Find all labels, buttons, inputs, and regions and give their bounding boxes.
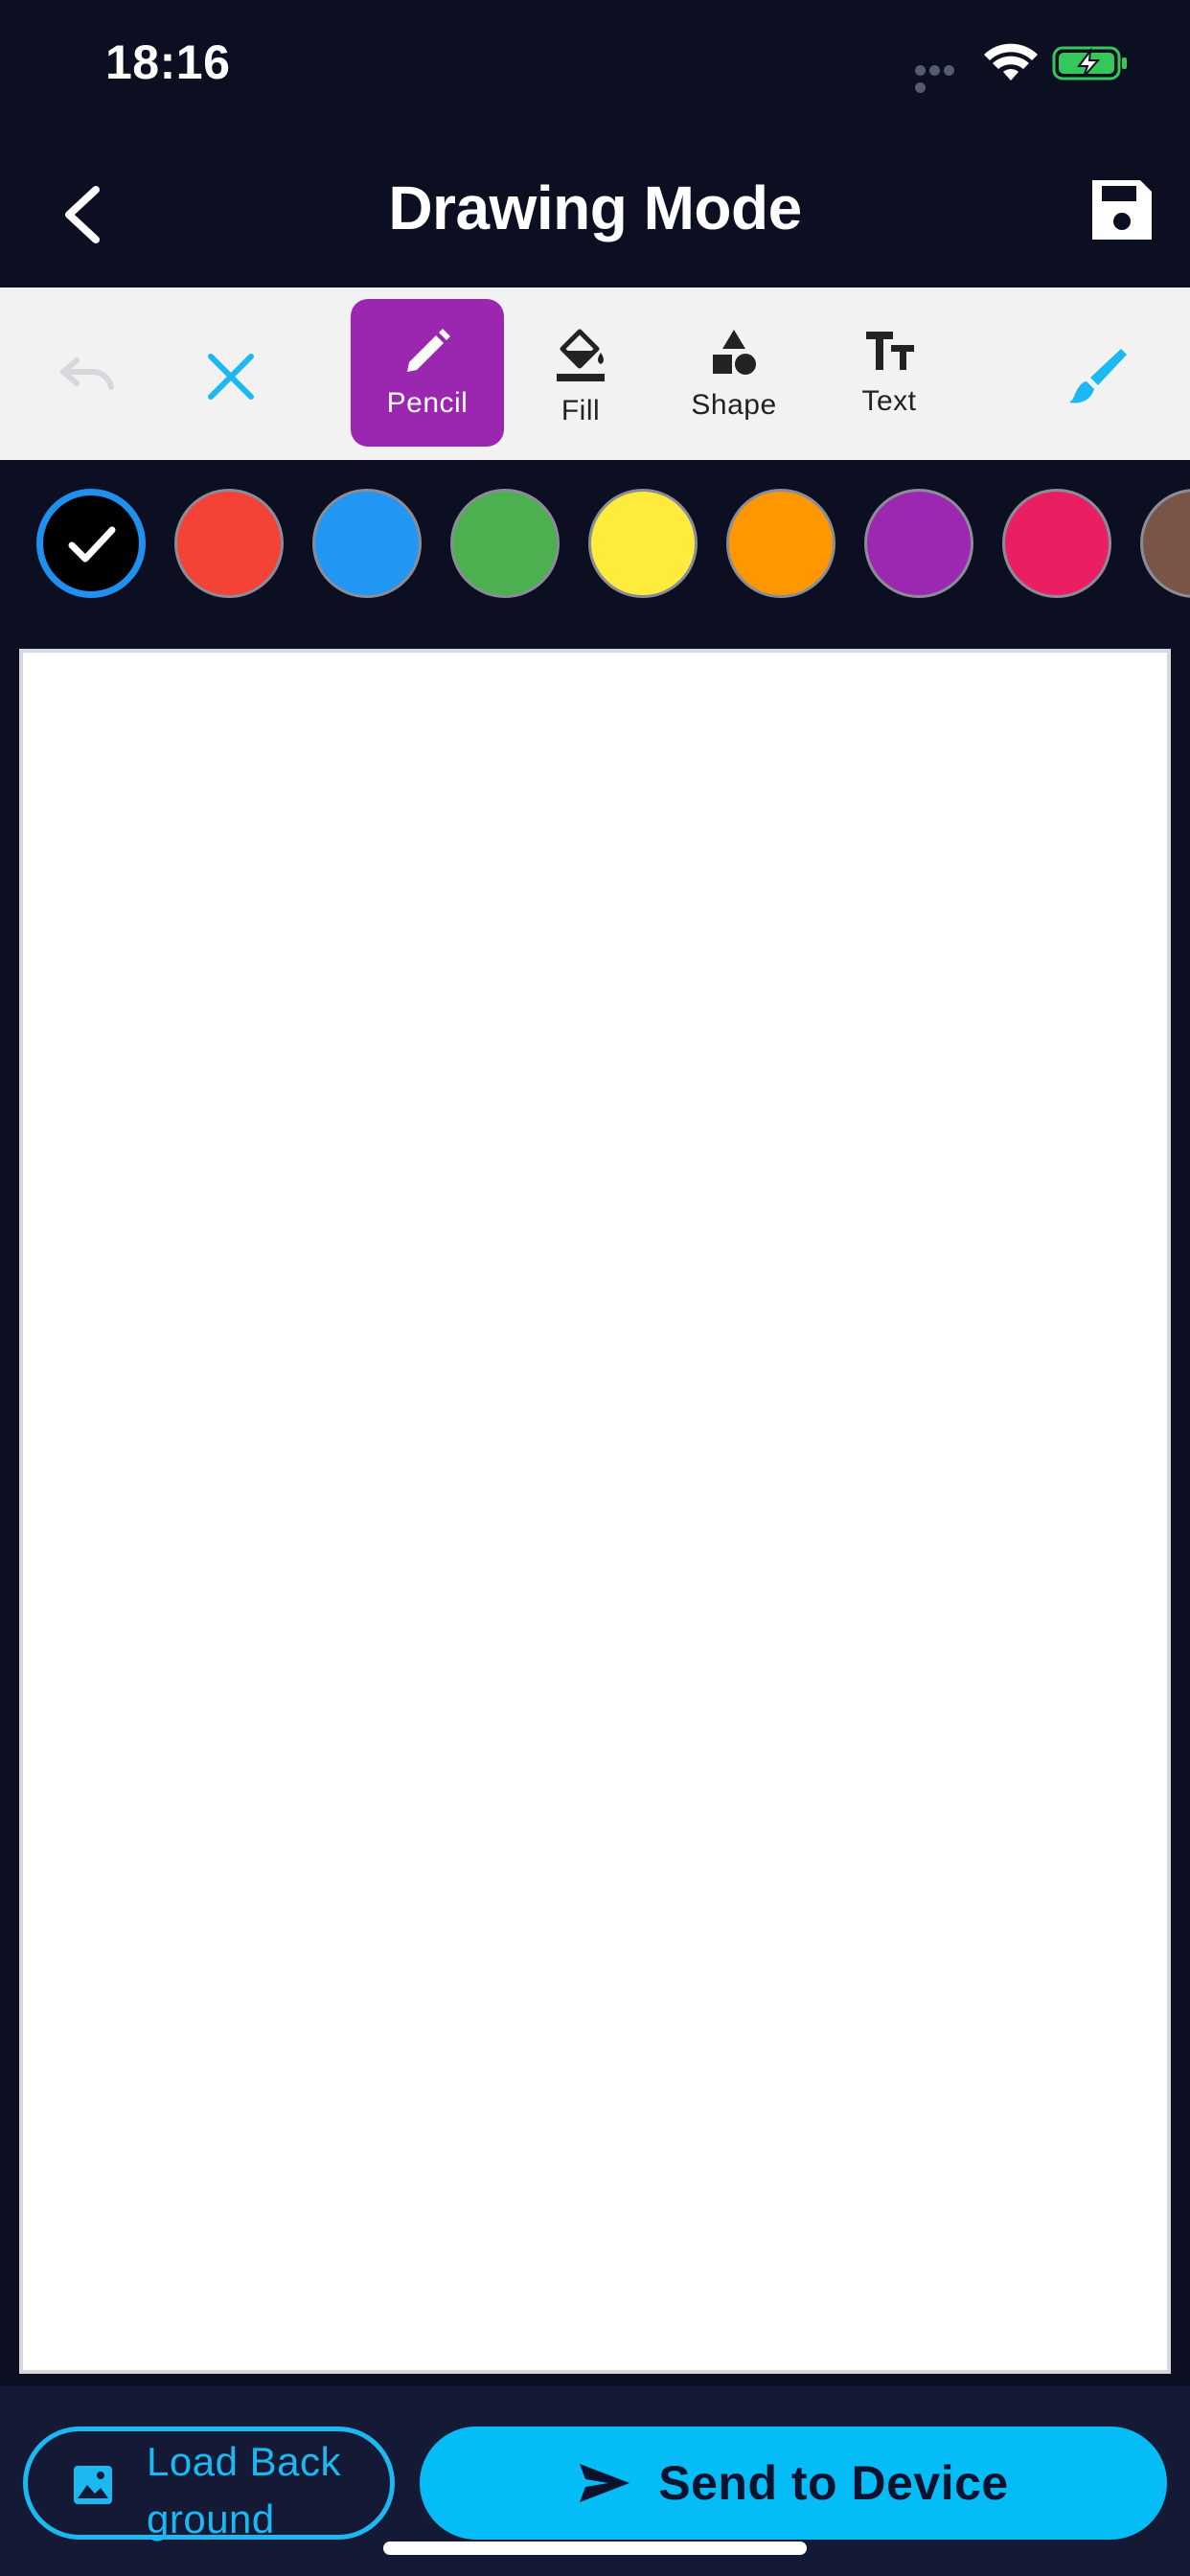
color-palette — [0, 460, 1190, 632]
wifi-icon — [984, 43, 1038, 80]
color-swatch[interactable] — [174, 489, 284, 598]
color-swatch[interactable] — [726, 489, 835, 598]
drawing-toolbar: Pencil Fill Shape Text — [0, 288, 1190, 460]
signal-dots-icon — [915, 63, 971, 93]
checkmark-icon — [68, 526, 116, 563]
brush-button[interactable] — [1064, 343, 1131, 410]
color-swatch[interactable] — [312, 489, 422, 598]
clear-button[interactable] — [201, 347, 261, 406]
shapes-icon — [713, 330, 756, 375]
text-size-icon — [866, 332, 914, 370]
color-swatch[interactable] — [588, 489, 698, 598]
load-background-label: Load Background — [147, 2439, 341, 2542]
tool-label: Fill — [561, 395, 601, 426]
send-to-device-button[interactable]: Send to Device — [420, 2426, 1167, 2540]
image-icon — [74, 2466, 112, 2504]
save-button[interactable] — [1088, 176, 1156, 243]
header: Drawing Mode — [0, 134, 1190, 288]
load-background-button[interactable]: Load Background — [23, 2426, 395, 2542]
tool-label: Text — [861, 385, 917, 417]
status-bar: 18:16 — [0, 0, 1190, 134]
color-swatch[interactable] — [864, 489, 973, 598]
tool-label: Shape — [691, 389, 777, 421]
send-icon — [580, 2464, 630, 2502]
paint-bucket-icon — [557, 329, 605, 381]
page-title: Drawing Mode — [388, 173, 802, 242]
status-time: 18:16 — [105, 35, 231, 89]
tool-pencil[interactable]: Pencil — [351, 299, 504, 447]
send-to-device-label: Send to Device — [658, 2456, 1009, 2510]
pencil-icon — [407, 329, 450, 372]
color-swatch[interactable] — [1002, 489, 1111, 598]
color-swatch[interactable] — [450, 489, 560, 598]
undo-button[interactable] — [56, 345, 123, 402]
battery-charging-icon — [1052, 46, 1127, 80]
color-swatch[interactable] — [36, 489, 146, 598]
home-indicator — [383, 2542, 807, 2555]
tool-label: Pencil — [386, 387, 469, 419]
color-swatch[interactable] — [1140, 489, 1190, 598]
tool-fill[interactable]: Fill — [504, 299, 657, 447]
tool-text[interactable]: Text — [812, 299, 966, 447]
drawing-canvas[interactable] — [19, 649, 1171, 2374]
tool-shape[interactable]: Shape — [657, 299, 811, 447]
